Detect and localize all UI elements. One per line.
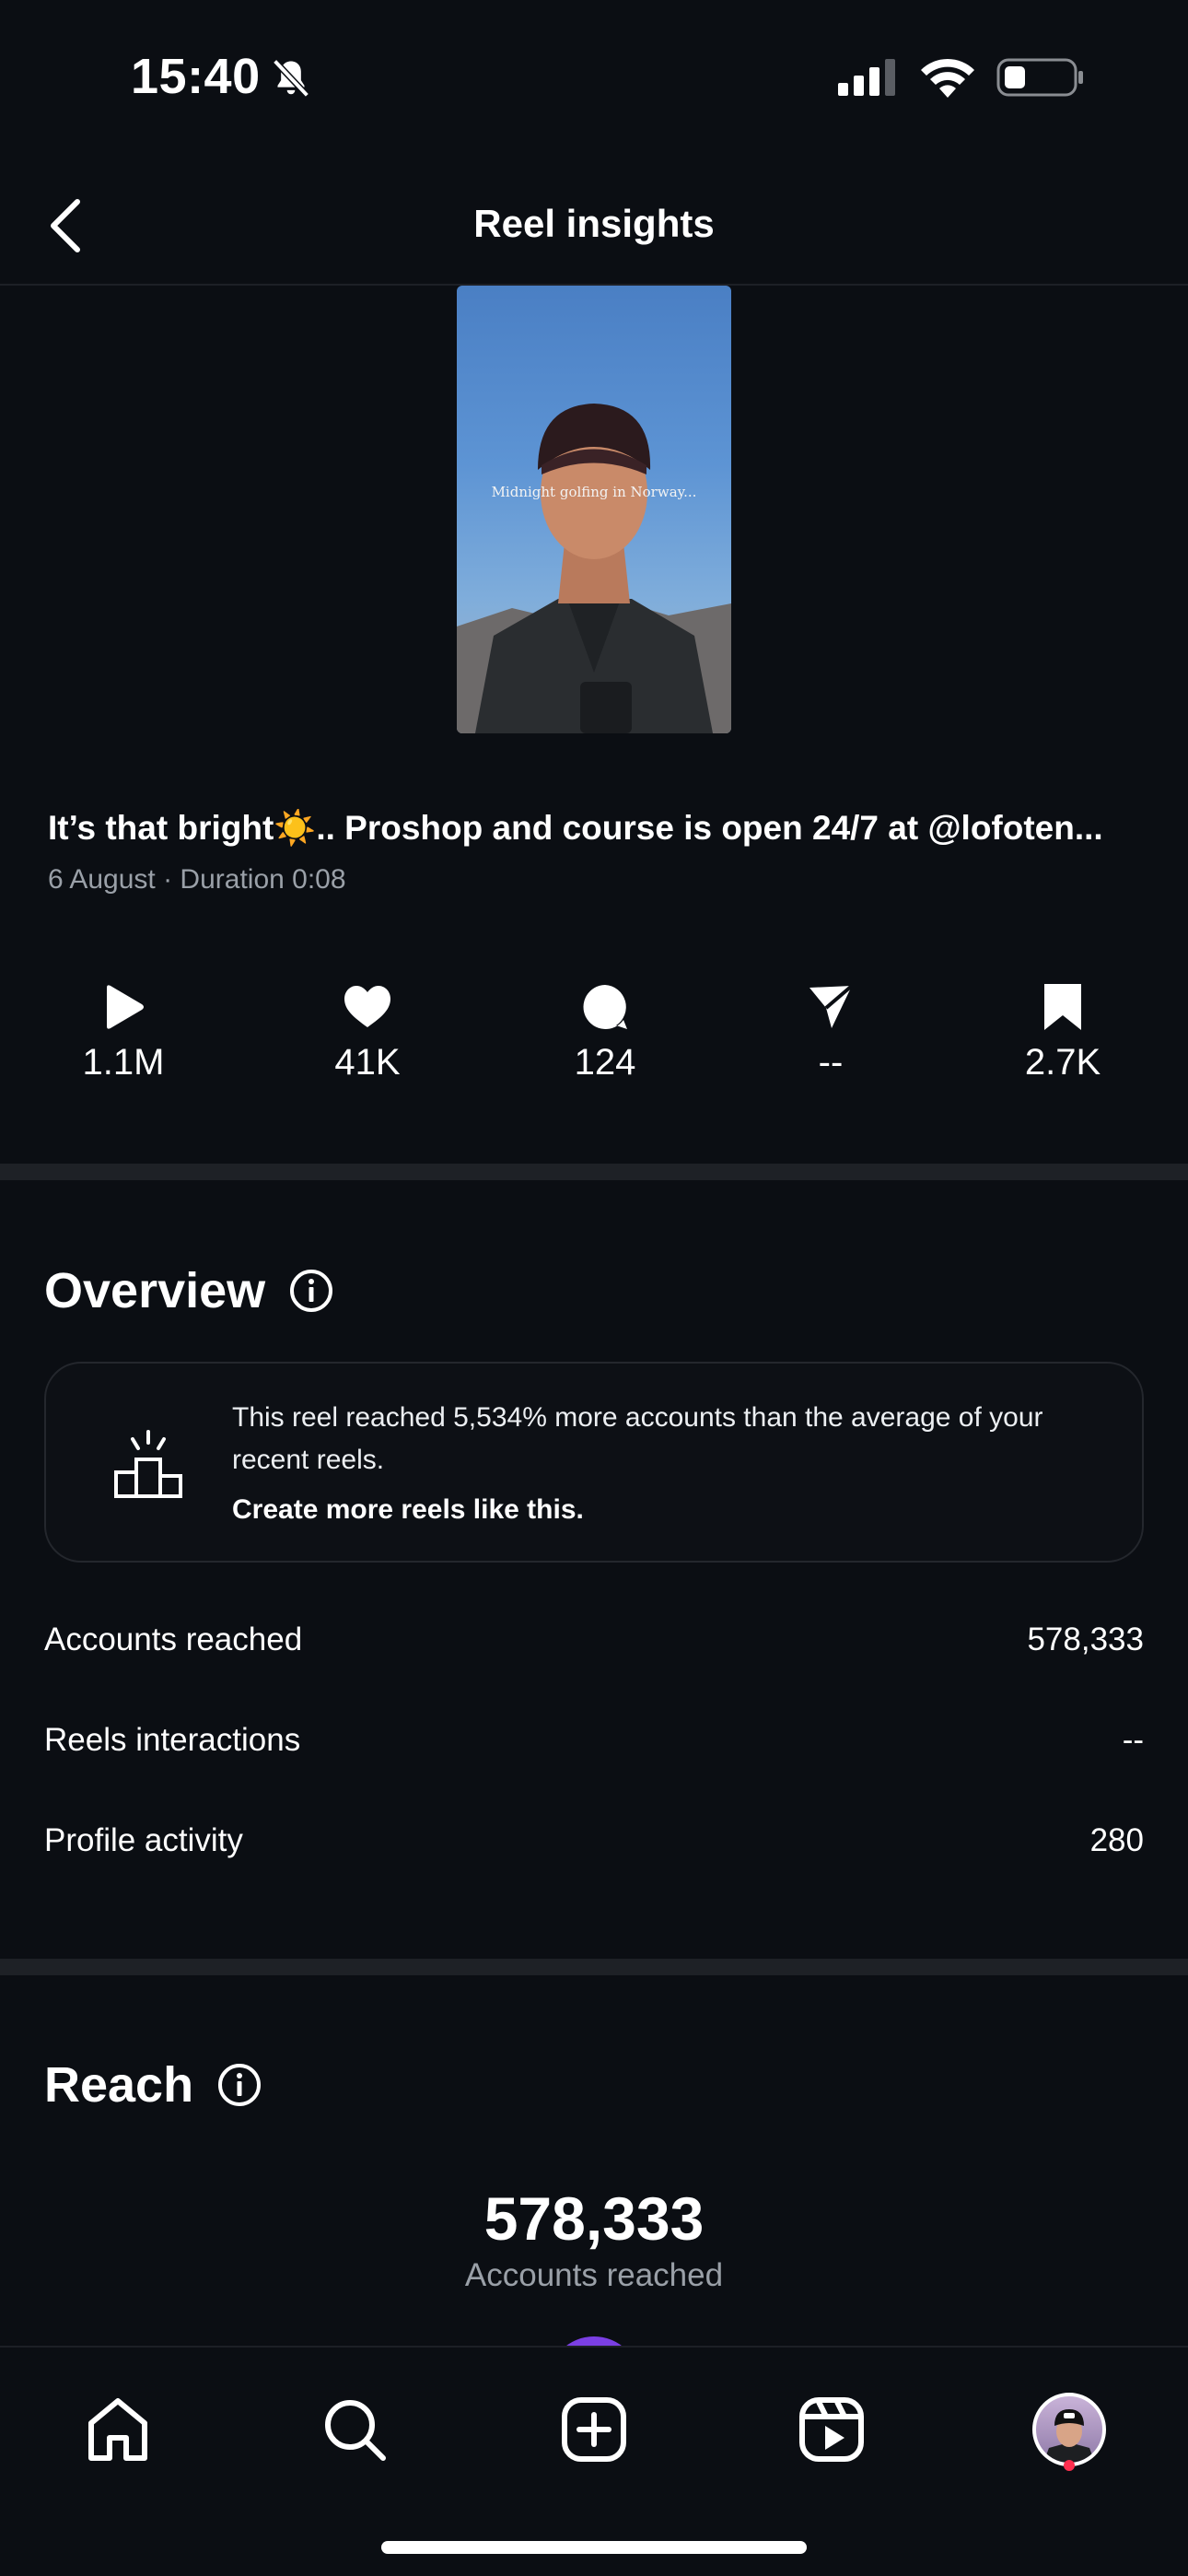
tab-create[interactable] xyxy=(553,2388,635,2471)
avatar xyxy=(1032,2393,1106,2466)
metric-value: -- xyxy=(1122,1722,1144,1758)
stat-comments: 124 xyxy=(513,981,697,1083)
stat-likes: 41K xyxy=(275,981,460,1083)
info-icon[interactable] xyxy=(289,1269,333,1313)
stat-value: 124 xyxy=(574,1042,636,1083)
overview-section-title: Overview xyxy=(44,1262,333,1319)
overview-insight-card[interactable]: This reel reached 5,534% more accounts t… xyxy=(44,1362,1144,1563)
metric-label: Reels interactions xyxy=(44,1722,301,1758)
share-icon xyxy=(809,984,854,1028)
tab-profile[interactable] xyxy=(1028,2388,1111,2471)
avatar-image xyxy=(1043,2409,1095,2463)
overview-title: Overview xyxy=(44,1263,266,1318)
search-icon xyxy=(325,2400,386,2461)
metric-value: 578,333 xyxy=(1027,1622,1144,1657)
cellular-signal-icon xyxy=(838,59,895,96)
podium-icon xyxy=(114,1430,182,1498)
tab-search[interactable] xyxy=(313,2388,396,2471)
section-divider xyxy=(0,1959,1188,1975)
reach-label: Accounts reached xyxy=(464,2257,724,2293)
section-divider xyxy=(0,1164,1188,1180)
stat-plays: 1.1M xyxy=(31,981,215,1083)
reach-section-title: Reach xyxy=(44,2056,262,2113)
home-icon xyxy=(88,2398,147,2461)
reel-thumbnail[interactable]: Midnight golfing in Norway... xyxy=(457,286,731,733)
create-more-reels-link[interactable]: Create more reels like this. xyxy=(232,1494,584,1526)
metric-label: Accounts reached xyxy=(44,1622,303,1657)
reels-icon xyxy=(799,2397,864,2462)
reach-title: Reach xyxy=(44,2057,194,2113)
thumbnail-overlay-text: Midnight golfing in Norway... xyxy=(491,484,697,500)
status-time: 15:40 xyxy=(131,49,261,104)
bookmark-icon xyxy=(1044,984,1081,1030)
notification-dot xyxy=(1064,2460,1075,2471)
tab-home[interactable] xyxy=(76,2388,159,2471)
reel-meta: 6 August · Duration 0:08 xyxy=(48,864,346,895)
reel-caption: It’s that bright☀️.. Proshop and course … xyxy=(48,809,1103,847)
play-icon xyxy=(107,985,144,1029)
wifi-icon xyxy=(921,58,974,98)
stat-value: 41K xyxy=(334,1042,401,1083)
engagement-stats: 1.1M 41K 124 -- 2.7K xyxy=(0,981,1188,1092)
add-post-icon xyxy=(562,2397,626,2462)
metric-value: 280 xyxy=(1089,1822,1144,1858)
metric-row-profile-activity[interactable]: Profile activity 280 xyxy=(44,1822,1144,1878)
reach-total: 578,333 xyxy=(483,2184,705,2253)
reel-thumbnail-image xyxy=(457,404,731,733)
page-title: Reel insights xyxy=(473,202,715,245)
stat-value: -- xyxy=(818,1042,844,1083)
metric-label: Profile activity xyxy=(44,1822,243,1858)
stat-value: 1.1M xyxy=(82,1042,165,1083)
heart-icon xyxy=(344,986,390,1027)
home-indicator xyxy=(381,2541,807,2554)
nav-header: Reel insights xyxy=(0,161,1188,286)
insight-text: This reel reached 5,534% more accounts t… xyxy=(232,1402,1043,1475)
info-icon[interactable] xyxy=(217,2063,262,2107)
stat-shares: -- xyxy=(739,981,923,1083)
tab-reels[interactable] xyxy=(790,2388,873,2471)
stat-saves: 2.7K xyxy=(971,981,1155,1083)
comment-icon xyxy=(583,985,627,1029)
metric-row-accounts-reached[interactable]: Accounts reached 578,333 xyxy=(44,1622,1144,1677)
status-bar: 15:40 xyxy=(0,0,1188,161)
bell-muted-icon xyxy=(273,59,309,98)
stat-value: 2.7K xyxy=(1024,1042,1101,1083)
battery-icon xyxy=(996,58,1083,97)
metric-row-reels-interactions[interactable]: Reels interactions -- xyxy=(44,1722,1144,1777)
